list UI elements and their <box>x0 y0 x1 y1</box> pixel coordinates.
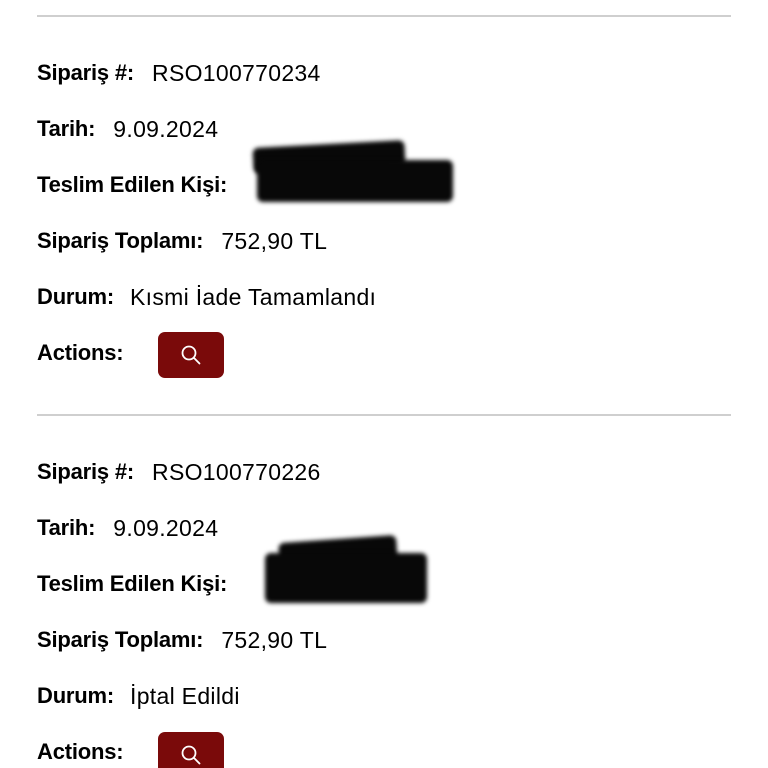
order-actions-label: Actions: <box>37 739 124 764</box>
order-date-label: Tarih: <box>37 515 96 540</box>
order-number-label: Sipariş #: <box>37 459 135 484</box>
search-icon <box>181 345 201 365</box>
order-actions-label: Actions: <box>37 340 124 365</box>
order-status-label: Durum: <box>37 683 115 708</box>
order-total-label: Sipariş Toplamı: <box>37 627 204 652</box>
order-total-label: Sipariş Toplamı: <box>37 228 204 253</box>
order-number-value: RSO100770234 <box>152 59 321 86</box>
order-status-row: Durum: Kısmi İade Tamamlandı <box>37 282 376 312</box>
order-total-row: Sipariş Toplamı: 752,90 TL <box>37 226 327 256</box>
order-status-label: Durum: <box>37 284 115 309</box>
order-date-row: Tarih: 9.09.2024 <box>37 513 218 543</box>
order-divider <box>37 414 731 416</box>
order-actions-row: Actions: <box>37 338 124 368</box>
search-icon <box>181 745 201 765</box>
order-recipient-row: Teslim Edilen Kişi: <box>37 170 227 200</box>
order-number-value: RSO100770226 <box>152 458 321 485</box>
order-actions-row: Actions: <box>37 737 124 767</box>
view-order-button[interactable] <box>158 332 224 378</box>
order-status-value: Kısmi İade Tamamlandı <box>130 283 377 310</box>
order-total-value: 752,90 TL <box>221 626 328 653</box>
order-recipient-row: Teslim Edilen Kişi: <box>37 569 227 599</box>
order-total-row: Sipariş Toplamı: 752,90 TL <box>37 625 327 655</box>
order-number-label: Sipariş #: <box>37 60 135 85</box>
order-status-row: Durum: İptal Edildi <box>37 681 240 711</box>
view-order-button[interactable] <box>158 732 224 768</box>
order-recipient-label: Teslim Edilen Kişi: <box>37 172 228 197</box>
order-recipient-label: Teslim Edilen Kişi: <box>37 571 228 596</box>
order-date-value: 9.09.2024 <box>113 115 219 142</box>
order-number-row: Sipariş #: RSO100770226 <box>37 457 321 487</box>
order-total-value: 752,90 TL <box>221 227 328 254</box>
redaction-mark <box>265 553 427 603</box>
order-number-row: Sipariş #: RSO100770234 <box>37 58 321 88</box>
order-divider <box>37 15 731 17</box>
order-date-value: 9.09.2024 <box>113 514 219 541</box>
order-status-value: İptal Edildi <box>130 682 240 709</box>
order-date-row: Tarih: 9.09.2024 <box>37 114 218 144</box>
redaction-mark <box>257 160 453 202</box>
order-date-label: Tarih: <box>37 116 96 141</box>
